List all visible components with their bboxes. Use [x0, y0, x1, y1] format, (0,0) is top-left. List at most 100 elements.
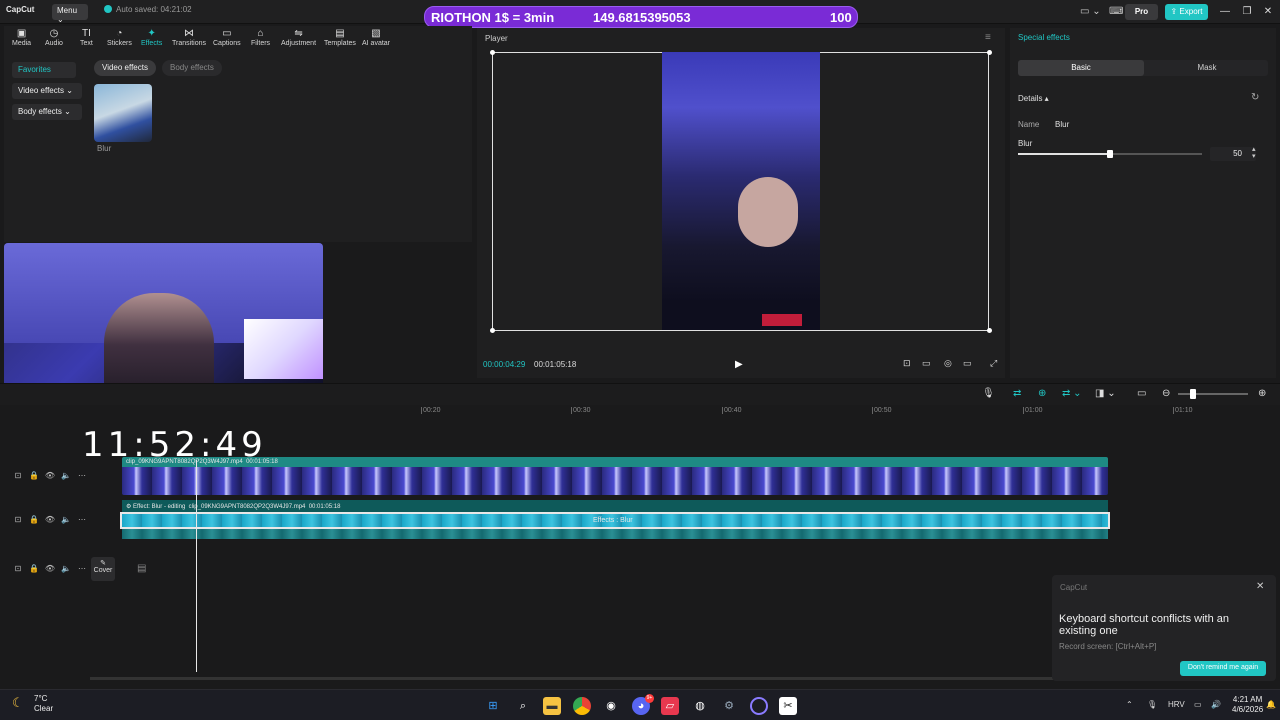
fullscreen-icon[interactable]: ⤢	[990, 358, 997, 369]
ruler-tick: 00:30	[571, 407, 591, 414]
obs-icon[interactable]: ◍	[691, 697, 709, 715]
zoom-in-icon[interactable]: ⊕	[1258, 388, 1266, 399]
ratio-icon[interactable]: ▭	[963, 358, 972, 369]
snap-icon[interactable]: ⇄ ⌄	[1062, 388, 1082, 399]
more-icon[interactable]: ⋯	[74, 515, 90, 524]
minimize-icon[interactable]: —	[1216, 3, 1234, 21]
blur-value-input[interactable]: 50	[1210, 147, 1256, 161]
toast-message: Keyboard shortcut conflicts with an exis…	[1059, 613, 1229, 637]
tool-audio[interactable]: ◷ Audio	[45, 28, 63, 47]
notification-icon[interactable]: 🔔	[1266, 700, 1276, 709]
link-icon[interactable]: ⇄	[1013, 388, 1021, 399]
magnet-icon[interactable]: ⊕	[1038, 388, 1046, 399]
snapshot-icon[interactable]: ◎	[944, 358, 952, 369]
player-menu-icon[interactable]: ≡	[985, 32, 991, 43]
tool-captions[interactable]: ▭ Captions	[213, 28, 241, 47]
chrome-icon[interactable]	[573, 697, 591, 715]
more-icon[interactable]: ⋯	[74, 471, 90, 480]
track-toggle-icon[interactable]: ⊡	[10, 515, 26, 524]
volume-icon[interactable]: 🔊	[1211, 700, 1221, 709]
lock-icon[interactable]: 🔒	[26, 515, 42, 524]
track-toggle-icon[interactable]: ⊡	[10, 564, 26, 573]
tool-templates[interactable]: ▤ Templates	[324, 28, 356, 47]
close-icon[interactable]: ✕	[1256, 581, 1264, 592]
tool-label: Media	[12, 40, 32, 47]
start-icon[interactable]: ⊞	[484, 697, 502, 715]
reset-icon[interactable]: ↻	[1251, 92, 1259, 103]
split-icon[interactable]: ◨ ⌄	[1095, 388, 1116, 399]
dont-remind-button[interactable]: Don't remind me again	[1180, 661, 1266, 676]
microphone-icon[interactable]: 🎙	[982, 388, 995, 399]
category-body-effects[interactable]: Body effects ⌄	[12, 104, 82, 120]
effect-thumbnail-blur[interactable]	[94, 84, 152, 142]
tool-transitions[interactable]: ⋈ Transitions	[172, 28, 206, 47]
visibility-icon[interactable]: 👁	[42, 471, 58, 480]
lock-icon[interactable]: 🔒	[26, 564, 42, 573]
blur-slider-fill	[1018, 153, 1110, 155]
resize-handle[interactable]	[490, 50, 495, 55]
tool-adjustment[interactable]: ⇋ Adjustment	[281, 28, 316, 47]
app-icon[interactable]: ▱	[661, 697, 679, 715]
language-indicator[interactable]: HRV	[1168, 700, 1185, 709]
taskbar-clock[interactable]: 4:21 AM 4/6/2026	[1232, 695, 1263, 715]
tray-expand-icon[interactable]: ⌃	[1126, 700, 1133, 709]
resize-handle[interactable]	[987, 50, 992, 55]
pill-video-effects[interactable]: Video effects	[94, 60, 156, 76]
discord-icon[interactable]: ◕ 9+	[632, 694, 654, 715]
visibility-icon[interactable]: 👁	[42, 515, 58, 524]
maximize-icon[interactable]: ❐	[1238, 3, 1256, 21]
resize-handle[interactable]	[490, 328, 495, 333]
pro-button[interactable]: Pro	[1125, 4, 1158, 20]
cover-button[interactable]: ✎ Cover	[91, 557, 115, 581]
crop-icon[interactable]: ⊡	[903, 358, 911, 369]
play-icon[interactable]: ▶	[735, 359, 743, 370]
pill-body-effects[interactable]: Body effects	[162, 60, 222, 76]
category-favorites[interactable]: Favorites	[12, 62, 76, 78]
blur-slider-handle[interactable]	[1107, 150, 1113, 158]
category-label: Body effects	[18, 107, 62, 116]
weather-widget[interactable]: ☾ 7°C Clear	[12, 694, 53, 714]
category-video-effects[interactable]: Video effects ⌄	[12, 83, 82, 99]
timeline-scrollbar[interactable]	[90, 677, 1056, 680]
mute-icon[interactable]: 🔈	[58, 515, 74, 524]
tool-filters[interactable]: ⌂ Filters	[251, 28, 270, 47]
visibility-icon[interactable]: 👁	[42, 564, 58, 573]
more-icon[interactable]: ⋯	[74, 564, 90, 573]
menu-button[interactable]: Menu ⌄	[52, 4, 88, 24]
shortcuts-icon[interactable]: ⌨	[1109, 6, 1123, 17]
layout-icon[interactable]: ▭ ⌄	[1080, 6, 1101, 17]
export-button[interactable]: ⇪ Export	[1165, 4, 1208, 20]
playhead[interactable]	[196, 460, 197, 672]
details-toggle[interactable]: Details ▴	[1018, 94, 1049, 103]
video-preview[interactable]	[662, 52, 820, 330]
settings-icon[interactable]: ⚙	[720, 697, 738, 715]
stepper-icon[interactable]: ▴ ▾	[1252, 146, 1256, 160]
tool-ai-avatar[interactable]: ▧ AI avatar	[362, 28, 390, 47]
zoom-slider-handle[interactable]	[1190, 389, 1196, 399]
close-window-icon[interactable]: ✕	[1259, 3, 1277, 21]
tool-text[interactable]: TI Text	[80, 28, 93, 47]
tab-basic[interactable]: Basic	[1018, 60, 1144, 76]
steam-icon[interactable]: ◉	[602, 697, 620, 715]
track-toggle-icon[interactable]: ⊡	[10, 471, 26, 480]
resize-handle[interactable]	[987, 328, 992, 333]
mic-tray-icon[interactable]: 🎙	[1147, 700, 1157, 709]
tool-media[interactable]: ▣ Media	[12, 28, 31, 47]
search-icon[interactable]: ⌕	[514, 697, 532, 715]
network-icon[interactable]: ▭	[1194, 700, 1202, 709]
file-explorer-icon[interactable]: ▬	[543, 697, 561, 715]
preview-axis-icon[interactable]: ▭	[1137, 388, 1146, 399]
mute-icon[interactable]: 🔈	[58, 471, 74, 480]
tool-effects[interactable]: ✦ Effects	[141, 28, 162, 47]
zoom-slider[interactable]	[1178, 393, 1248, 395]
lock-icon[interactable]: 🔒	[26, 471, 42, 480]
mute-icon[interactable]: 🔈	[58, 564, 74, 573]
zoom-out-icon[interactable]: ⊖	[1162, 388, 1170, 399]
quality-icon[interactable]: ▭	[922, 358, 931, 369]
video-light	[762, 314, 802, 326]
tool-stickers[interactable]: ◔ Stickers	[107, 28, 132, 47]
app-icon[interactable]	[750, 697, 768, 715]
tab-mask[interactable]: Mask	[1144, 60, 1270, 76]
capcut-icon[interactable]: ✂	[779, 697, 797, 715]
track-controls: ⊡ 🔒 👁 🔈 ⋯	[10, 515, 90, 524]
